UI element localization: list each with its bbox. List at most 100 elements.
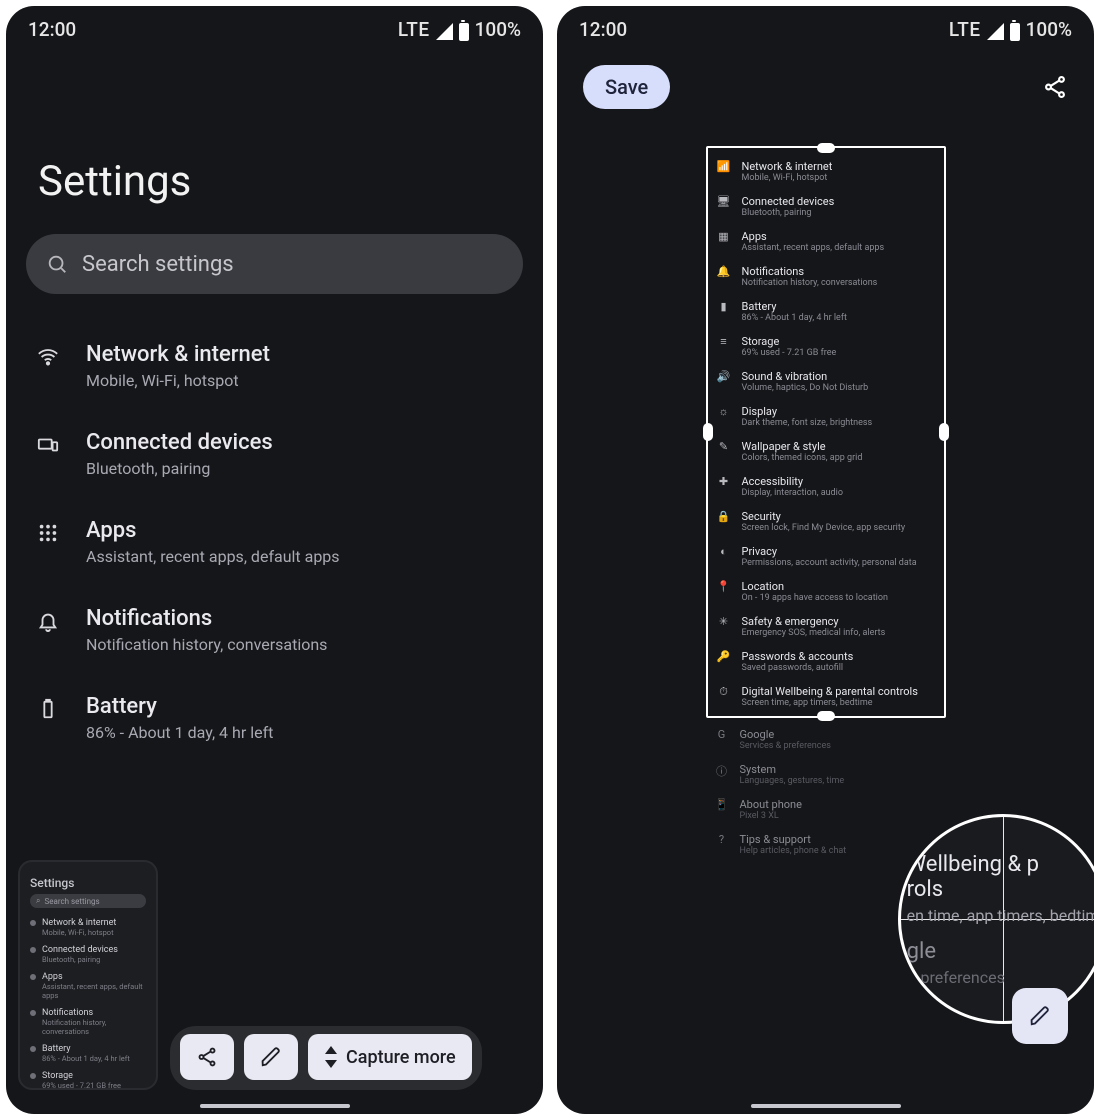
mini-title: Location: [742, 580, 888, 593]
thumb-row-title: Storage: [42, 1071, 121, 1081]
thumb-row: Connected devices Bluetooth, pairing: [30, 941, 146, 968]
status-time: 12:00: [28, 18, 76, 41]
mini-subtitle: Notification history, conversations: [742, 278, 878, 288]
dot-icon: [30, 920, 36, 926]
settings-item-network[interactable]: Network & internet Mobile, Wi-Fi, hotspo…: [28, 322, 521, 410]
mini-row: ≡ Storage 69% used - 7.21 GB free: [710, 329, 942, 364]
crop-handle-bottom[interactable]: [817, 711, 835, 721]
mini-icon: ▮: [716, 300, 732, 323]
item-subtitle: Assistant, recent apps, default apps: [86, 547, 340, 566]
search-icon: [46, 253, 68, 275]
edit-button[interactable]: [244, 1034, 298, 1080]
mini-icon: 🔊: [716, 370, 732, 393]
mini-subtitle: Dark theme, font size, brightness: [742, 418, 873, 428]
mini-title: Sound & vibration: [742, 370, 869, 383]
share-button[interactable]: [180, 1034, 234, 1080]
mini-title: Privacy: [742, 545, 917, 558]
status-battery-percent: 100%: [475, 18, 521, 41]
mini-subtitle: Screen lock, Find My Device, app securit…: [742, 523, 906, 533]
mini-title: Wallpaper & style: [742, 440, 863, 453]
thumb-row: Storage 69% used - 7.21 GB free: [30, 1067, 146, 1090]
mini-subtitle: Mobile, Wi-Fi, hotspot: [742, 173, 833, 183]
search-settings[interactable]: Search settings: [26, 234, 523, 294]
thumb-row: Battery 86% - About 1 day, 4 hr left: [30, 1040, 146, 1067]
crop-handle-top[interactable]: [817, 143, 835, 153]
settings-item-apps[interactable]: Apps Assistant, recent apps, default app…: [28, 498, 521, 586]
expand-vertical-icon: [324, 1046, 338, 1068]
mini-row: 🔊 Sound & vibration Volume, haptics, Do …: [710, 364, 942, 399]
mini-row: ☼ Display Dark theme, font size, brightn…: [710, 399, 942, 434]
item-subtitle: 86% - About 1 day, 4 hr left: [86, 723, 273, 742]
thumb-row: Apps Assistant, recent apps, default app…: [30, 968, 146, 1004]
mini-icon: ⓘ: [714, 763, 730, 786]
item-title: Network & internet: [86, 342, 270, 367]
mini-icon: ✚: [716, 475, 732, 498]
mini-icon: 🖥: [716, 195, 732, 218]
edit-fab[interactable]: [1012, 988, 1068, 1044]
capture-more-label: Capture more: [346, 1047, 456, 1068]
mini-icon: ?: [714, 833, 730, 856]
status-network-label: LTE: [949, 18, 981, 41]
mini-subtitle: 86% - About 1 day, 4 hr left: [742, 313, 847, 323]
mini-icon: ▦: [716, 230, 732, 253]
mini-subtitle: Services & preferences: [740, 741, 831, 751]
mini-title: Apps: [742, 230, 885, 243]
mini-row: 🖥 Connected devices Bluetooth, pairing: [710, 189, 942, 224]
thumb-row-subtitle: Notification history, conversations: [42, 1018, 146, 1036]
apps-icon: [34, 522, 62, 544]
mini-row: ✚ Accessibility Display, interaction, au…: [710, 469, 942, 504]
settings-item-battery[interactable]: Battery 86% - About 1 day, 4 hr left: [28, 674, 521, 762]
mini-title: Passwords & accounts: [742, 650, 854, 663]
mini-row: ◐ Privacy Permissions, account activity,…: [710, 539, 942, 574]
dot-icon: [30, 974, 36, 980]
mini-row: ⓘ System Languages, gestures, time: [708, 757, 944, 792]
loupe-line-1b: rols: [907, 877, 1094, 902]
mini-icon: 🔒: [716, 510, 732, 533]
status-battery-percent: 100%: [1026, 18, 1072, 41]
mini-icon: ≡: [716, 335, 732, 358]
capture-more-button[interactable]: Capture more: [308, 1034, 472, 1080]
mini-icon: 📱: [714, 798, 730, 821]
thumb-row-title: Battery: [42, 1044, 130, 1054]
thumb-row: Notifications Notification history, conv…: [30, 1004, 146, 1040]
mini-subtitle: Screen time, app timers, bedtime: [742, 698, 918, 708]
item-title: Battery: [86, 694, 273, 719]
settings-item-connected-devices[interactable]: Connected devices Bluetooth, pairing: [28, 410, 521, 498]
gesture-bar[interactable]: [751, 1104, 901, 1108]
settings-item-notifications[interactable]: Notifications Notification history, conv…: [28, 586, 521, 674]
crop-region[interactable]: 📶 Network & internet Mobile, Wi-Fi, hots…: [706, 146, 946, 718]
mini-title: Network & internet: [742, 160, 833, 173]
item-subtitle: Notification history, conversations: [86, 635, 327, 654]
page-title: Settings: [6, 47, 543, 234]
item-subtitle: Bluetooth, pairing: [86, 459, 273, 478]
crop-handle-right[interactable]: [939, 423, 949, 441]
mini-title: Tips & support: [740, 833, 847, 846]
mini-subtitle: Volume, haptics, Do Not Disturb: [742, 383, 869, 393]
thumb-row-title: Notifications: [42, 1008, 146, 1018]
wifi-icon: [34, 346, 62, 368]
devices-icon: [34, 434, 62, 456]
mini-row: ✳ Safety & emergency Emergency SOS, medi…: [710, 609, 942, 644]
mini-icon: 🔑: [716, 650, 732, 673]
mini-title: Security: [742, 510, 906, 523]
screenshot-thumbnail[interactable]: Settings ⌕ Search settings Network & int…: [18, 860, 158, 1090]
thumb-row-subtitle: Assistant, recent apps, default apps: [42, 982, 146, 1000]
loupe-line-2: en time, app timers, bedtim: [907, 906, 1094, 925]
mini-subtitle: Saved passwords, autofill: [742, 663, 854, 673]
save-button[interactable]: Save: [583, 65, 670, 109]
mini-subtitle: Pixel 3 XL: [740, 811, 802, 821]
mini-row: 🔑 Passwords & accounts Saved passwords, …: [710, 644, 942, 679]
crop-handle-left[interactable]: [703, 423, 713, 441]
magnifier-content: Wellbeing & p rols en time, app timers, …: [907, 852, 1094, 987]
mini-row: 📍 Location On - 19 apps have access to l…: [710, 574, 942, 609]
mini-row: 🔒 Security Screen lock, Find My Device, …: [710, 504, 942, 539]
status-bar: 12:00 LTE 100%: [6, 6, 543, 47]
status-time: 12:00: [579, 18, 627, 41]
gesture-bar[interactable]: [200, 1104, 350, 1108]
search-icon: ⌕: [36, 896, 40, 906]
dot-icon: [30, 947, 36, 953]
share-button[interactable]: [1042, 74, 1068, 100]
mini-row: 🔔 Notifications Notification history, co…: [710, 259, 942, 294]
mini-subtitle: Help articles, phone & chat: [740, 846, 847, 856]
thumb-row-subtitle: 86% - About 1 day, 4 hr left: [42, 1054, 130, 1063]
